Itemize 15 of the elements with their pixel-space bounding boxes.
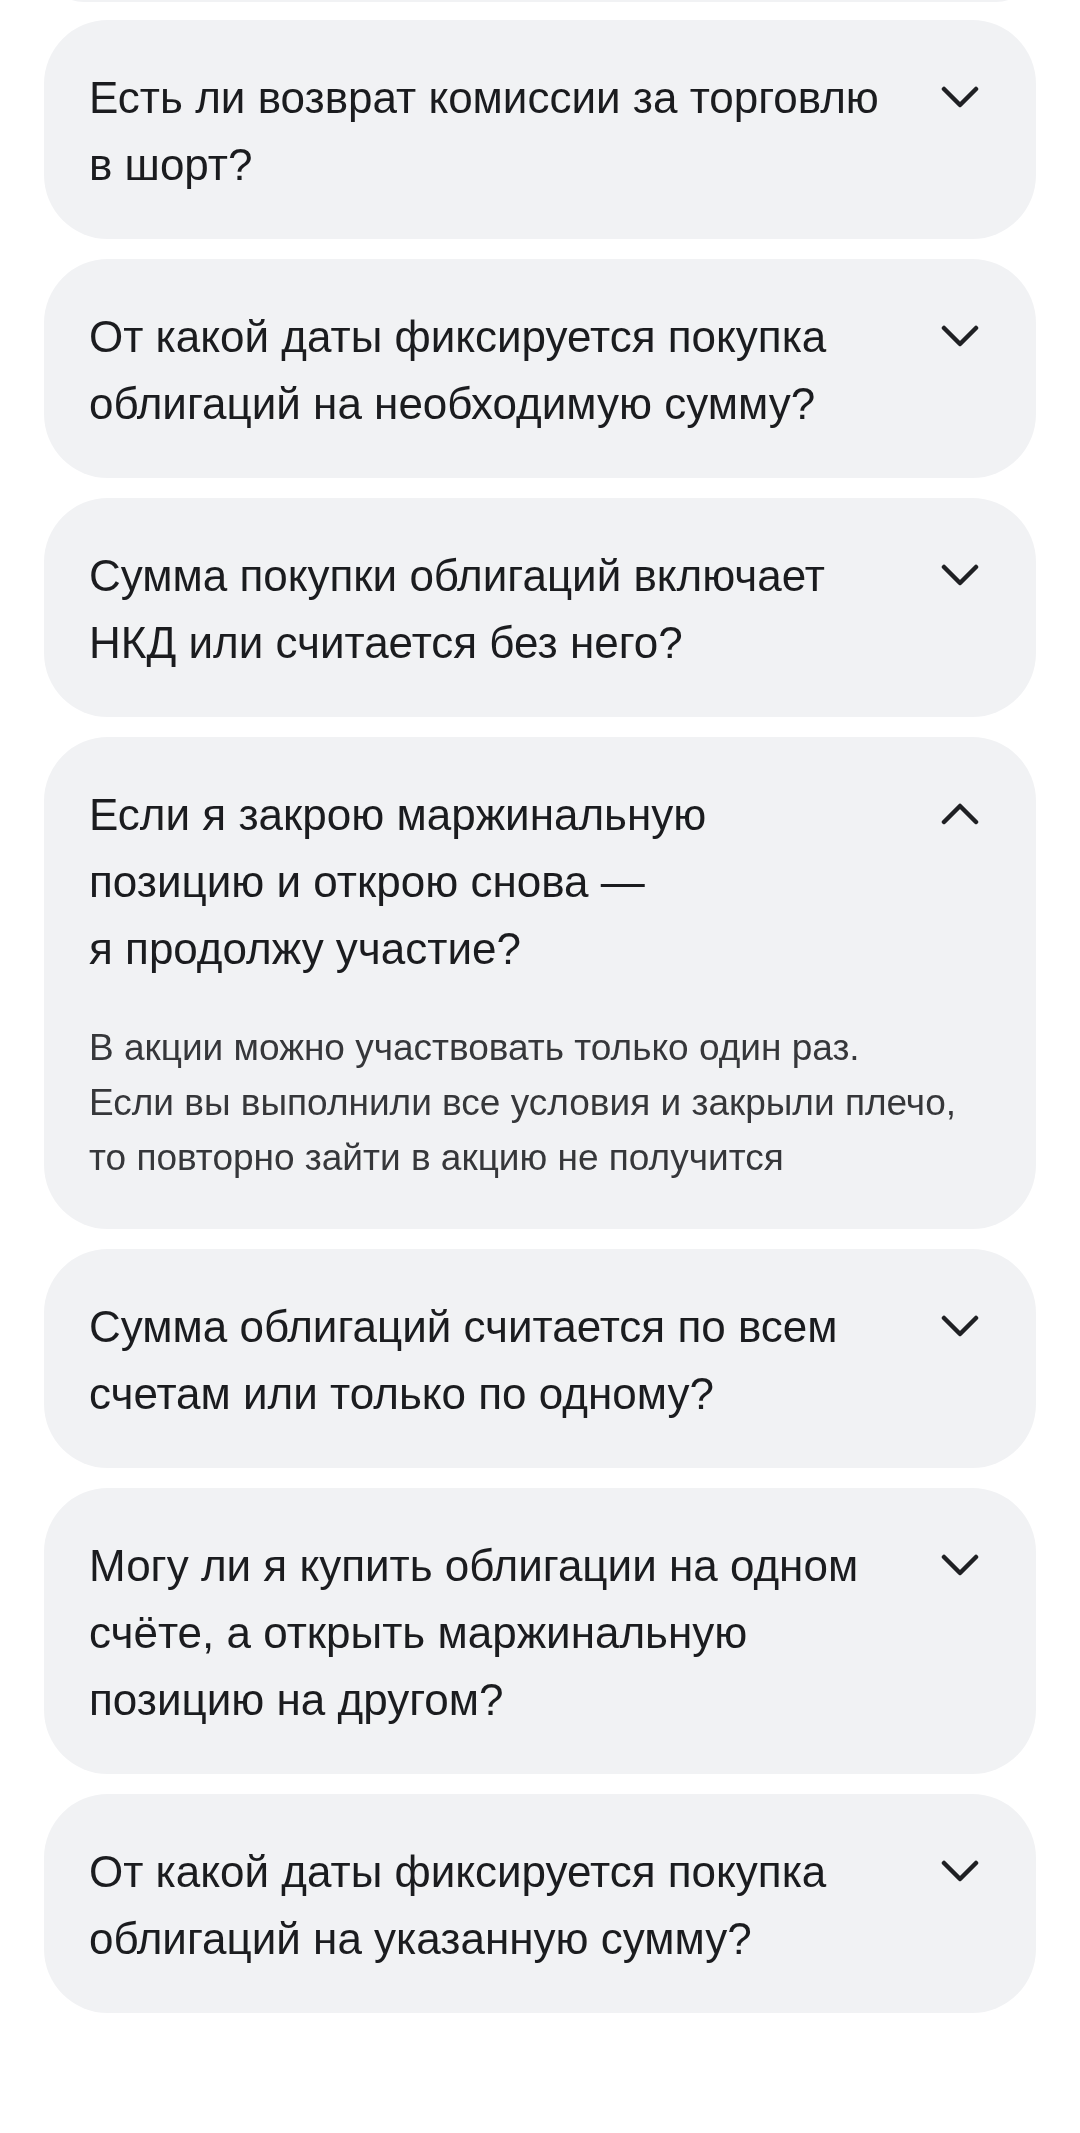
accordion-item[interactable]: От какой даты фиксируется покупка облигаций на указанную сумму? — [44, 1794, 1036, 2013]
accordion-item[interactable]: От какой даты фиксируется покупка облигаций на необходимую сумму? — [44, 259, 1036, 478]
question-text: От какой даты фиксируется покупка облигаций на необходимую сумму? — [89, 311, 828, 430]
accordion-item[interactable]: Есть ли возврат комиссии за торговлю в шорт? — [44, 20, 1036, 239]
question-text: Сумма покупки облигаций включает НКД или считается без него? — [89, 550, 826, 669]
question-text: От какой даты фиксируется покупка облигаций на указанную сумму? — [89, 1846, 828, 1965]
question-text: Могу ли я купить облигации на одном счёте, а открыть маржинальную позицию на другом? — [89, 1540, 860, 1726]
answer-text: В акции можно участвовать только один раз. Если вы выполнили все условия и закрыли плечо, то повторно зайти в акцию не получится — [89, 1026, 957, 1180]
accordion-item[interactable]: Могу ли я купить облигации на одном счёте, а открыть маржинальную позицию на другом? — [44, 1488, 1036, 1774]
accordion-item[interactable]: Сумма облигаций считается по всем счетам или только по одному? — [44, 1249, 1036, 1468]
question-text: Если я закрою маржинальную позицию и открою снова — я продолжу участие? — [89, 789, 708, 975]
question-text: Есть ли возврат комиссии за торговлю в шорт? — [89, 72, 880, 191]
accordion-item[interactable]: Сумма покупки облигаций включает НКД или считается без него? — [44, 498, 1036, 717]
question-text: Сумма облигаций считается по всем счетам или только по одному? — [89, 1301, 839, 1420]
accordion-item[interactable]: Если я закрою маржинальную позицию и открою снова — я продолжу участие? В акции можно участвовать только один раз. Если вы выполнили все условия и закрыли плечо, то повторно зайти в акцию не получится — [44, 737, 1036, 1229]
